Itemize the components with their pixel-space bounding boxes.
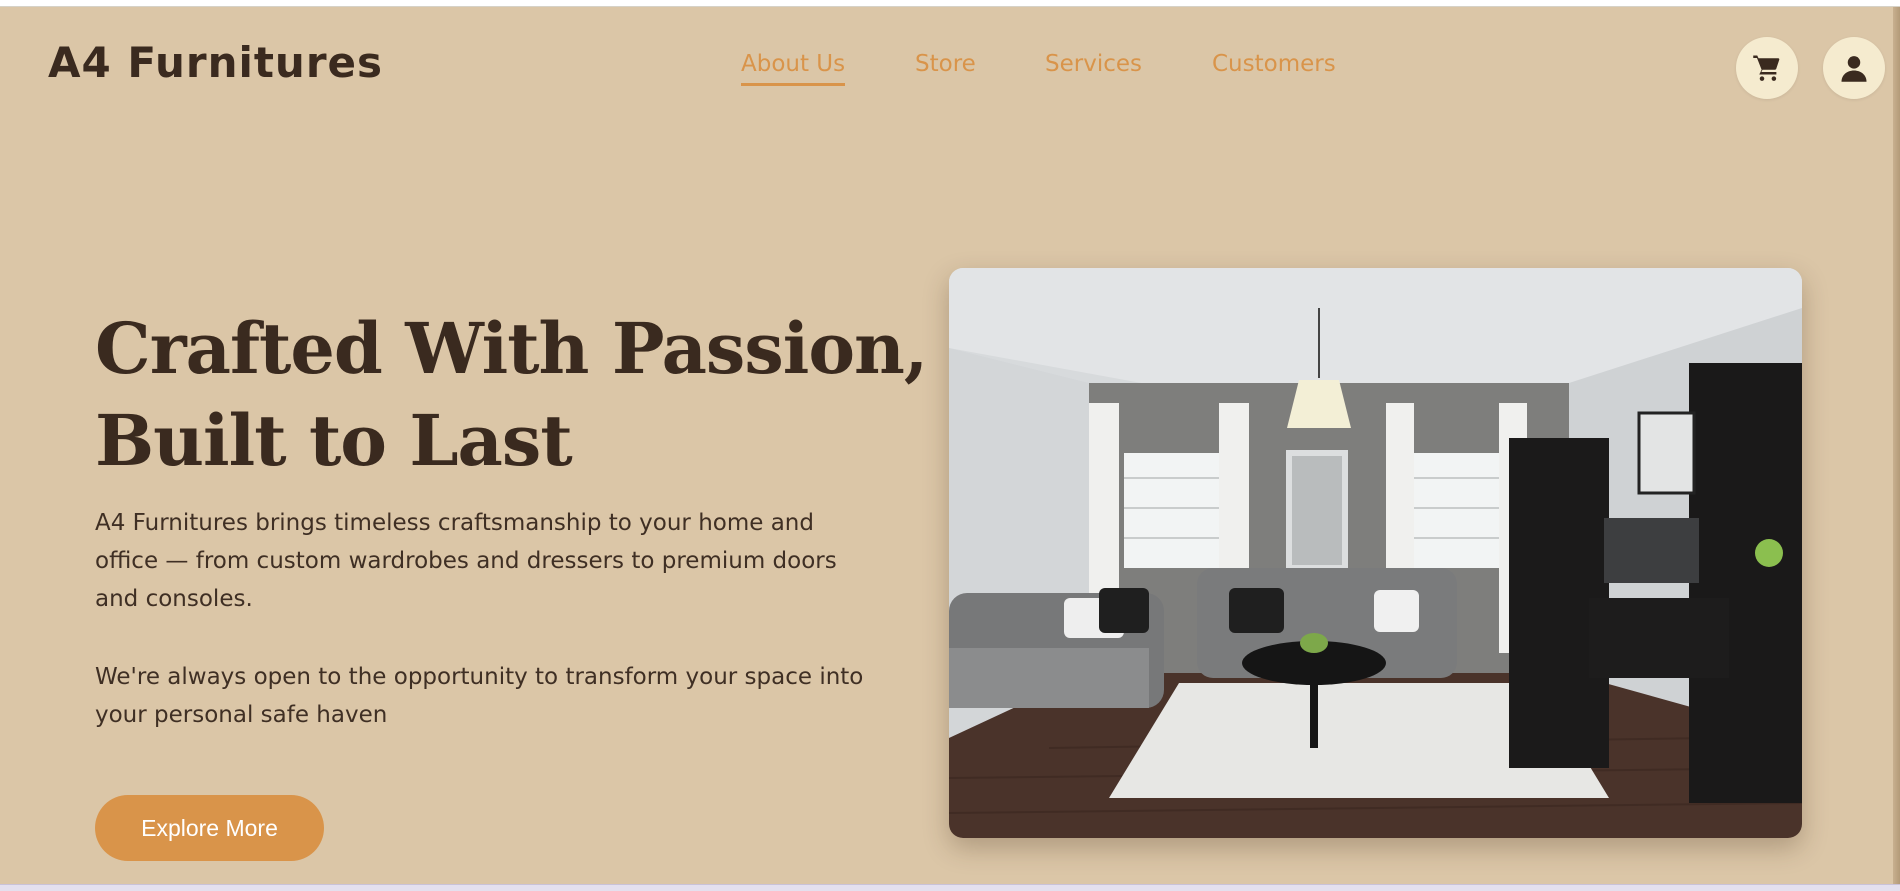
living-room-photo: [949, 268, 1802, 838]
user-icon: [1841, 56, 1867, 82]
nav-customers[interactable]: Customers: [1212, 49, 1336, 79]
nav-about-us[interactable]: About Us: [741, 49, 846, 86]
nav-store[interactable]: Store: [915, 49, 976, 79]
brand-logo[interactable]: A4 Furnitures: [48, 37, 383, 89]
hero-title: Crafted With Passion, Built to Last: [95, 307, 928, 482]
window-edge-shadow: [1893, 7, 1900, 885]
account-button[interactable]: [1823, 37, 1885, 99]
hero-tagline: We're always open to the opportunity to …: [95, 664, 864, 728]
browser-top-edge: [0, 0, 1900, 7]
hero-description: A4 Furnitures brings timeless craftsmans…: [95, 510, 837, 612]
cart-button[interactable]: [1736, 37, 1798, 99]
nav-services[interactable]: Services: [1045, 49, 1142, 79]
explore-more-button[interactable]: Explore More: [95, 795, 324, 861]
page: A4 Furnitures About Us Store Services Cu…: [0, 7, 1893, 885]
browser-bottom-edge: [0, 884, 1900, 891]
cart-icon: [1753, 55, 1780, 81]
